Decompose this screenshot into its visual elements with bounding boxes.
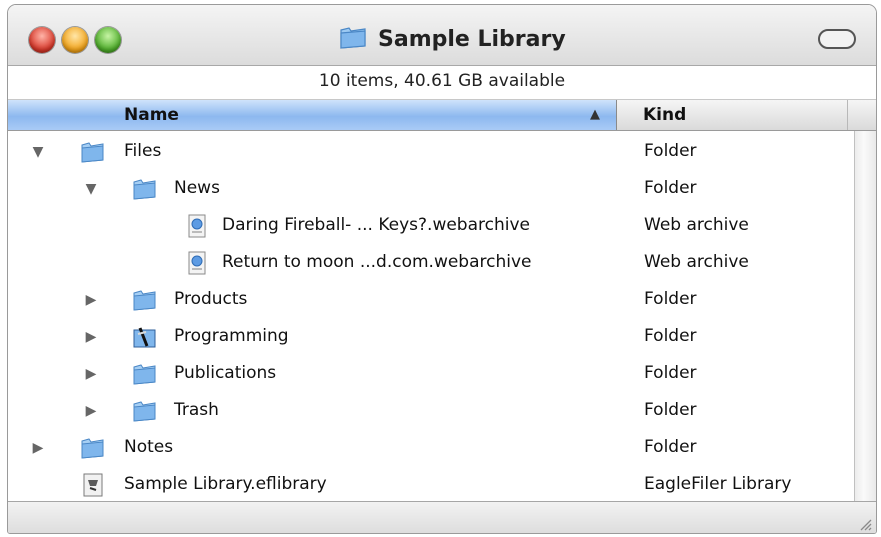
library-file-icon [80, 472, 106, 498]
disclosure-collapsed-icon[interactable]: ▶ [83, 292, 99, 308]
disclosure-expanded-icon[interactable]: ▼ [83, 181, 99, 197]
folder-icon [132, 176, 158, 202]
item-name: Sample Library.eflibrary [124, 474, 327, 494]
folder-icon [132, 287, 158, 313]
item-name: Publications [174, 363, 277, 383]
list-item[interactable]: Sample Library.eflibrary EagleFiler Libr… [8, 468, 853, 502]
status-bar: 10 items, 40.61 GB available [8, 66, 876, 100]
item-kind: Folder [644, 326, 697, 346]
column-header: Name ▲ Kind [8, 100, 876, 131]
folder-icon [338, 24, 368, 54]
item-name: News [174, 178, 220, 198]
item-name: Products [174, 289, 248, 309]
disclosure-collapsed-icon[interactable]: ▶ [30, 440, 46, 456]
list-item[interactable]: ▶ Trash Folder [8, 394, 853, 428]
item-kind: Web archive [644, 215, 749, 235]
item-kind: Folder [644, 400, 697, 420]
minimize-button[interactable] [62, 27, 88, 53]
vertical-scrollbar[interactable] [854, 131, 876, 501]
list-item[interactable]: ▶ Publications Folder [8, 357, 853, 391]
item-name: Files [124, 141, 162, 161]
item-kind: Folder [644, 437, 697, 457]
disclosure-expanded-icon[interactable]: ▼ [30, 144, 46, 160]
list-item[interactable]: ▶ Notes Folder [8, 431, 853, 465]
list-item[interactable]: Return to moon ...d.com.webarchive Web a… [8, 246, 853, 280]
item-kind: Folder [644, 178, 697, 198]
disclosure-collapsed-icon[interactable]: ▶ [83, 366, 99, 382]
item-name: Notes [124, 437, 174, 457]
list-item[interactable]: ▶ Programming Folder [8, 320, 853, 354]
item-kind: Folder [644, 289, 697, 309]
column-header-kind-label: Kind [643, 105, 687, 125]
resize-grip-icon[interactable] [856, 515, 872, 531]
zoom-button[interactable] [95, 27, 121, 53]
toolbar-toggle-button[interactable] [818, 29, 856, 49]
sort-ascending-icon: ▲ [590, 107, 600, 122]
item-kind: Folder [644, 141, 697, 161]
close-button[interactable] [29, 27, 55, 53]
column-header-name[interactable]: Name ▲ [8, 100, 617, 130]
finder-window: Sample Library 10 items, 40.61 GB availa… [7, 4, 877, 534]
programming-folder-icon [132, 324, 158, 350]
column-header-kind[interactable]: Kind [617, 100, 848, 130]
bottom-bar [8, 501, 876, 533]
list-item[interactable]: ▶ Products Folder [8, 283, 853, 317]
item-kind: Web archive [644, 252, 749, 272]
list-item[interactable]: Daring Fireball- ... Keys?.webarchive We… [8, 209, 853, 243]
disclosure-collapsed-icon[interactable]: ▶ [83, 403, 99, 419]
item-name: Programming [174, 326, 289, 346]
folder-icon [132, 361, 158, 387]
list-item[interactable]: ▼ Files Folder [8, 135, 853, 169]
item-name: Return to moon ...d.com.webarchive [222, 252, 532, 272]
folder-icon [80, 139, 106, 165]
list-item[interactable]: ▼ News Folder [8, 172, 853, 206]
window-title: Sample Library [378, 26, 566, 52]
disclosure-collapsed-icon[interactable]: ▶ [83, 329, 99, 345]
folder-icon [80, 435, 106, 461]
item-name: Trash [174, 400, 219, 420]
window-title-group: Sample Library [338, 23, 566, 55]
item-kind: Folder [644, 363, 697, 383]
column-header-name-label: Name [124, 105, 179, 125]
webarchive-icon [184, 250, 210, 276]
folder-icon [132, 398, 158, 424]
webarchive-icon [184, 213, 210, 239]
title-bar[interactable]: Sample Library [8, 5, 876, 66]
item-name: Daring Fireball- ... Keys?.webarchive [222, 215, 530, 235]
item-kind: EagleFiler Library [644, 474, 792, 494]
file-list: ▼ Files Folder ▼ News Folder Daring Fire… [8, 131, 853, 501]
